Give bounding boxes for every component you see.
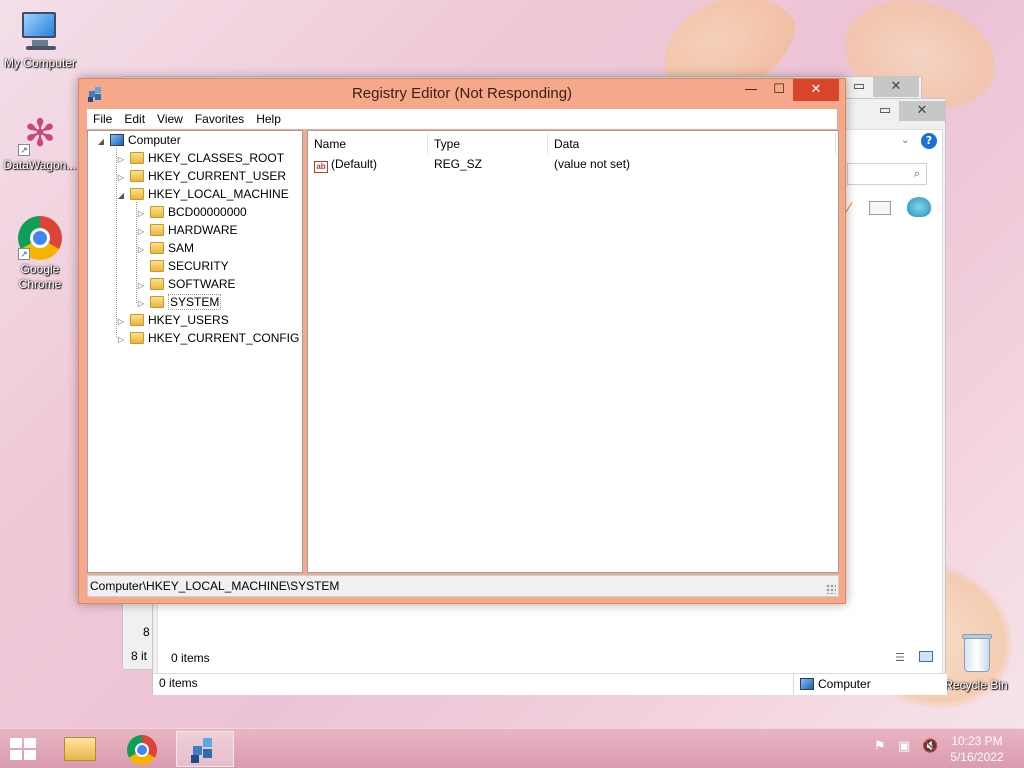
tree-node-hkey-current-user[interactable]: ▷ HKEY_CURRENT_USER (116, 167, 286, 185)
value-type-cell: REG_SZ (434, 157, 483, 171)
folder-icon (150, 224, 164, 236)
status-bar: Computer\HKEY_LOCAL_MACHINE\SYSTEM (87, 575, 839, 597)
folder-icon (150, 260, 164, 272)
menu-help[interactable]: Help (250, 112, 287, 126)
registry-editor-window[interactable]: Registry Editor (Not Responding) — ☐ ✕ F… (78, 78, 846, 604)
taskbar-registry-editor[interactable] (176, 731, 234, 767)
close-button[interactable]: ✕ (873, 77, 919, 97)
minimize-button[interactable]: ▭ (871, 101, 899, 121)
search-icon[interactable]: ⌕ (914, 167, 920, 181)
edit-icon[interactable]: ⁄ (847, 199, 850, 218)
folder-icon (130, 332, 144, 344)
table-row[interactable]: ab (Default) REG_SZ (value not set) (308, 155, 838, 173)
minimize-button[interactable]: ▭ (845, 77, 873, 97)
chevron-down-icon[interactable]: ⌄ (901, 135, 909, 146)
registry-editor-icon (190, 736, 220, 767)
clock[interactable]: 10:23 PM 5/16/2022 (942, 733, 1012, 765)
folder-icon (150, 242, 164, 254)
tree-node-system[interactable]: ▷ SYSTEM (136, 293, 222, 311)
tree-node-software[interactable]: ▷ SOFTWARE (136, 275, 236, 293)
desktop-icon-label: Recycle Bin (944, 678, 1008, 692)
value-data-cell: (value not set) (554, 157, 631, 171)
desktop-icon-datawagon[interactable]: ✻ ↗ DataWagon... (0, 112, 80, 173)
maximize-button[interactable]: ☐ (765, 79, 793, 101)
tree-node-hkey-local-machine[interactable]: ◢ HKEY_LOCAL_MACHINE (116, 185, 289, 203)
menu-bar: File Edit View Favorites Help (87, 109, 837, 129)
folder-icon (130, 152, 144, 164)
start-button[interactable] (10, 738, 38, 762)
tree-node-hkey-classes-root[interactable]: ▷ HKEY_CLASSES_ROOT (116, 149, 284, 167)
chrome-icon: ↗ (18, 216, 62, 260)
partial-number: 8 (143, 625, 150, 639)
folder-icon (130, 314, 144, 326)
network-icon[interactable] (907, 197, 931, 217)
recycle-bin-icon (954, 632, 998, 676)
minimize-button[interactable]: — (737, 79, 765, 101)
taskbar: ⚑ ▣ 🔇 10:23 PM 5/16/2022 (0, 728, 1024, 768)
computer-icon (18, 10, 62, 54)
menu-favorites[interactable]: Favorites (189, 112, 250, 126)
items-count: 0 items (171, 651, 210, 665)
folder-icon (150, 296, 164, 308)
computer-icon (110, 134, 124, 146)
tree-node-security[interactable]: SECURITY (136, 257, 229, 275)
expand-arrow-icon[interactable]: ▷ (116, 331, 126, 349)
chrome-icon (127, 735, 157, 765)
clock-time: 10:23 PM (951, 734, 1003, 748)
windows-logo-icon (10, 738, 22, 748)
folder-icon (64, 737, 96, 761)
window-title: Registry Editor (Not Responding) (351, 85, 573, 102)
tree-node-hardware[interactable]: ▷ HARDWARE (136, 221, 238, 239)
desktop-icon-my-computer[interactable]: My Computer (0, 10, 80, 71)
desktop-icon-label: DataWagon... (3, 158, 77, 172)
taskbar-google-chrome[interactable] (114, 731, 172, 767)
tree-node-sam[interactable]: ▷ SAM (136, 239, 194, 257)
folder-icon (130, 188, 144, 200)
close-button[interactable]: ✕ (899, 101, 945, 121)
folder-icon (150, 278, 164, 290)
datawagon-icon: ✻ ↗ (18, 112, 62, 156)
folder-icon (130, 170, 144, 182)
desktop-icon-google-chrome[interactable]: ↗ Google Chrome (0, 216, 80, 292)
computer-icon (800, 678, 814, 690)
menu-edit[interactable]: Edit (118, 112, 151, 126)
key-tree-pane[interactable]: ◢ Computer ▷ HKEY_CLASSES_ROOT ▷ HKEY_CURRE… (87, 130, 303, 573)
resize-grip-icon[interactable] (826, 584, 836, 594)
folder-icon (150, 206, 164, 218)
column-header-data[interactable]: Data (548, 133, 836, 155)
status-location: Computer (793, 673, 947, 695)
taskbar-file-explorer[interactable] (52, 731, 110, 767)
mail-icon[interactable] (869, 201, 891, 215)
collapse-arrow-icon[interactable]: ◢ (116, 187, 126, 205)
column-header-type[interactable]: Type (428, 133, 548, 155)
value-name-cell: ab (Default) (314, 155, 377, 173)
tiles-view-icon[interactable] (919, 651, 933, 662)
tree-node-hkey-users[interactable]: ▷ HKEY_USERS (116, 311, 229, 329)
status-items: 0 items (159, 676, 198, 690)
network-icon[interactable]: ▣ (898, 739, 910, 754)
string-value-icon: ab (314, 161, 328, 173)
action-center-flag-icon[interactable]: ⚑ (874, 739, 886, 754)
close-button[interactable]: ✕ (793, 79, 839, 101)
partial-status: 8 it (131, 649, 148, 663)
tree-node-computer[interactable]: ◢ Computer (96, 131, 181, 149)
tree-node-hkey-current-config[interactable]: ▷ HKEY_CURRENT_CONFIG (116, 329, 299, 347)
details-view-icon[interactable]: ☰ (895, 651, 905, 664)
menu-file[interactable]: File (87, 112, 118, 126)
desktop-icon-recycle-bin[interactable]: Recycle Bin (936, 632, 1016, 693)
column-header-name[interactable]: Name (308, 133, 428, 155)
speaker-muted-icon[interactable]: 🔇 (922, 739, 938, 754)
clock-date: 5/16/2022 (950, 750, 1004, 764)
values-list-pane[interactable]: Name Type Data ab (Default) REG_SZ (value… (307, 130, 839, 573)
collapse-arrow-icon[interactable]: ◢ (96, 133, 106, 151)
desktop-icon-label: My Computer (3, 56, 77, 70)
menu-view[interactable]: View (151, 112, 189, 126)
search-input[interactable]: ⌕ (847, 163, 927, 185)
help-icon[interactable]: ? (921, 133, 937, 149)
desktop-icon-label: Google Chrome (18, 262, 62, 291)
status-path: Computer\HKEY_LOCAL_MACHINE\SYSTEM (90, 579, 340, 593)
tree-node-bcd00000000[interactable]: ▷ BCD00000000 (136, 203, 247, 221)
